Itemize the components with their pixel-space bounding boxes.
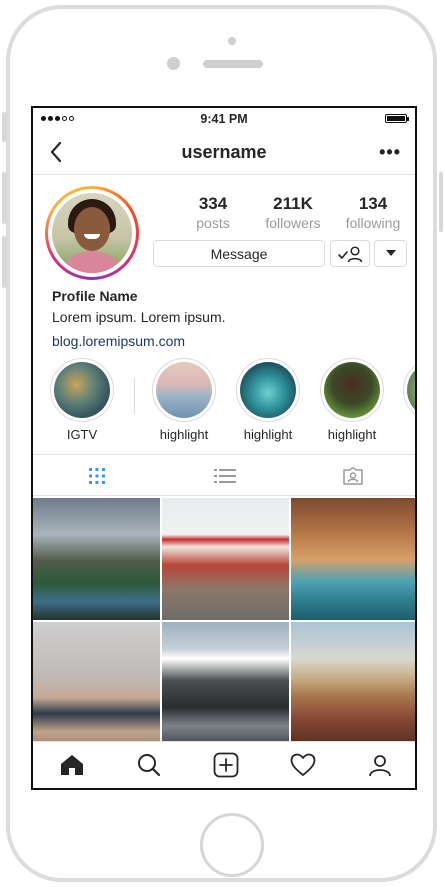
highlight-label: IGTV xyxy=(66,427,98,442)
profile-name: Profile Name xyxy=(52,288,138,304)
profile-icon xyxy=(368,755,391,777)
story-highlights: IGTV highlight highlight highlight h xyxy=(33,358,415,448)
top-sensor xyxy=(228,37,236,45)
nav-search[interactable] xyxy=(110,742,187,788)
highlight-divider xyxy=(134,378,135,414)
phone-screen: 9:41 PM username ••• 334 posts 211K foll… xyxy=(31,106,417,790)
highlight-thumbnail xyxy=(324,362,380,418)
highlight-thumbnail xyxy=(240,362,296,418)
user-check-icon xyxy=(338,245,363,262)
grid-photo[interactable] xyxy=(162,498,289,620)
nav-profile[interactable] xyxy=(341,742,415,788)
home-icon xyxy=(60,755,83,775)
highlight-label: highlight xyxy=(159,427,209,442)
photo-grid xyxy=(33,498,415,744)
highlight-thumbnail xyxy=(54,362,110,418)
highlight-label: h xyxy=(400,427,415,442)
profile-tabs xyxy=(33,454,415,496)
front-camera xyxy=(167,57,180,70)
profile-link[interactable]: blog.loremipsum.com xyxy=(52,333,185,349)
stat-followers[interactable]: 211K followers xyxy=(253,194,333,231)
nav-home[interactable] xyxy=(33,742,110,788)
earpiece-speaker xyxy=(203,60,263,68)
profile-bio: Lorem ipsum. Lorem ipsum. xyxy=(52,309,226,325)
stat-value: 334 xyxy=(198,194,228,213)
tagged-photos-icon xyxy=(343,467,363,485)
nav-new-post[interactable] xyxy=(187,742,264,788)
battery-icon xyxy=(385,114,409,123)
search-icon xyxy=(137,754,160,777)
highlight-item[interactable]: highlight xyxy=(149,358,219,442)
suggested-dropdown-button[interactable] xyxy=(374,240,407,267)
grid-photo[interactable] xyxy=(291,622,415,744)
stat-value: 211K xyxy=(273,194,313,213)
grid-photo[interactable] xyxy=(33,498,160,620)
bottom-tab-bar xyxy=(33,741,415,788)
stat-label: followers xyxy=(265,215,321,231)
status-time: 9:41 PM xyxy=(200,112,248,126)
message-button[interactable]: Message xyxy=(153,240,325,267)
tab-list[interactable] xyxy=(161,455,289,497)
profile-header: username ••• xyxy=(33,130,415,175)
highlight-thumbnail xyxy=(407,362,415,418)
volume-up-button xyxy=(2,172,6,224)
highlight-item[interactable]: h xyxy=(400,358,415,442)
grid-photo[interactable] xyxy=(291,498,415,620)
more-options-icon[interactable]: ••• xyxy=(379,142,401,163)
username-title: username xyxy=(181,142,267,162)
tab-grid[interactable] xyxy=(33,455,161,497)
profile-avatar[interactable] xyxy=(45,186,139,280)
highlight-thumbnail xyxy=(156,362,212,418)
stat-following[interactable]: 134 following xyxy=(333,194,413,231)
profile-stats: 334 posts 211K followers 134 following xyxy=(173,194,413,231)
highlight-label: highlight xyxy=(243,427,293,442)
home-button[interactable] xyxy=(200,813,264,877)
grid-icon xyxy=(89,468,105,484)
status-bar: 9:41 PM xyxy=(33,108,415,130)
heart-icon xyxy=(290,753,315,776)
mute-switch xyxy=(2,112,6,142)
stat-value: 134 xyxy=(358,194,388,213)
highlight-item[interactable]: highlight xyxy=(233,358,303,442)
nav-activity[interactable] xyxy=(264,742,341,788)
volume-down-button xyxy=(2,236,6,288)
stat-label: posts xyxy=(196,215,230,231)
grid-photo[interactable] xyxy=(162,622,289,744)
grid-photo[interactable] xyxy=(33,622,160,744)
power-button xyxy=(439,172,443,232)
stat-posts[interactable]: 334 posts xyxy=(173,194,253,231)
caret-down-icon xyxy=(385,250,396,256)
tab-tagged[interactable] xyxy=(289,455,415,497)
stat-label: following xyxy=(345,215,401,231)
following-button[interactable] xyxy=(330,240,370,267)
list-icon xyxy=(214,469,236,483)
add-post-icon xyxy=(213,752,238,778)
highlight-igtv[interactable]: IGTV xyxy=(47,358,117,442)
highlight-item[interactable]: highlight xyxy=(317,358,387,442)
highlight-label: highlight xyxy=(327,427,377,442)
